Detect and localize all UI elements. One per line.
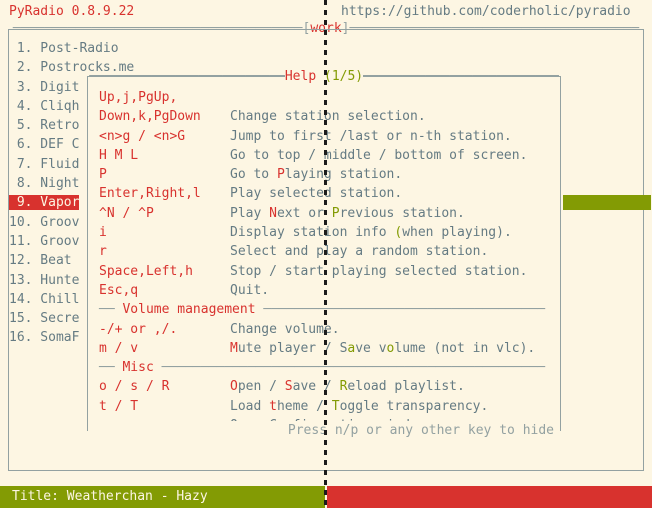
- help-key-combo: Enter,Right,l: [99, 186, 201, 202]
- station-row-label: 11. Groov: [9, 233, 80, 249]
- help-key-combo: Space,Left,h: [99, 263, 193, 279]
- station-row-label: 7. Fluid: [9, 156, 80, 172]
- help-entry-row: P Go to Playing station.: [88, 165, 560, 184]
- help-key-description: Change volume.: [230, 321, 340, 337]
- help-key-combo: Up,j,PgUp,: [99, 90, 178, 105]
- station-row-label: 5. Retro: [9, 118, 80, 134]
- help-section-dash-left: ──: [99, 360, 115, 376]
- help-shortcut-letter: M: [230, 340, 238, 356]
- station-row-label: 12. Beat: [9, 253, 72, 269]
- help-title-dash-right: ─────────────────────────: [363, 69, 559, 84]
- station-row-label: 3. Digit: [9, 79, 80, 95]
- station-row-label: 13. Hunte: [9, 272, 80, 288]
- help-section-dash-right: ────────────────────────────────────: [263, 302, 546, 318]
- help-key-description: Change station selection.: [230, 109, 426, 125]
- help-section-dash-left: ──: [99, 302, 115, 318]
- help-entry-row: Enter,Right,l Play selected station.: [88, 184, 560, 203]
- help-key-description: Play selected station.: [230, 186, 403, 202]
- help-key-description: Stop / start playing selected station.: [230, 263, 528, 279]
- help-key-description: Mute player / Save volume (not in vlc).: [230, 340, 536, 356]
- help-key-description: Jump to first /last or n-th station.: [230, 128, 512, 144]
- help-section-name: Volume management: [114, 302, 264, 318]
- station-row-label: 15. Secre: [9, 311, 80, 327]
- help-shortcut-letter: a: [347, 340, 356, 356]
- help-shortcut-letter: S: [284, 379, 293, 395]
- station-row-label: 9. Vapor: [9, 195, 80, 211]
- help-shortcut-letter: t: [269, 398, 277, 414]
- help-key-description: Display station info (when playing).: [230, 225, 512, 241]
- help-dialog: Up,j,PgUp, Down,k,PgDown Change station se…: [87, 76, 561, 440]
- help-body: Up,j,PgUp, Down,k,PgDown Change station se…: [88, 88, 560, 435]
- help-entry-row: o / s / R Open / Save / Reload playlist.: [88, 377, 560, 396]
- help-key-description: Go to Playing station.: [230, 167, 403, 183]
- help-shortcut-letter: R: [339, 379, 348, 395]
- help-entry-row: r Select and play a random station.: [88, 242, 560, 261]
- help-entry-row: Space,Left,h Stop / start playing selecte…: [88, 262, 560, 281]
- help-section-header: ── Misc ────────────────────────────────…: [88, 358, 560, 377]
- station-row-label: 10. Groov: [9, 214, 80, 230]
- help-key-combo: <n>g / <n>G: [99, 128, 186, 144]
- station-row[interactable]: 1. Post-Radio: [9, 39, 639, 58]
- help-key-combo: ^N / ^P: [99, 205, 154, 221]
- help-shortcut-letter: (: [394, 225, 403, 241]
- help-shortcut-letter: o: [386, 340, 395, 356]
- help-entry-row: t / T Load theme / Toggle transparency.: [88, 397, 560, 416]
- station-row-label: 16. SomaF: [9, 330, 80, 346]
- help-entry-row: i Display station info (when playing).: [88, 223, 560, 242]
- help-entry-row: <n>g / <n>G Jump to first /last or n-th s…: [88, 127, 560, 146]
- help-title-space: [316, 69, 324, 84]
- help-entry-row: Up,j,PgUp,: [88, 88, 560, 107]
- help-shortcut-letter: O: [230, 379, 238, 395]
- help-key-combo: i: [99, 225, 107, 241]
- help-key-description: Play Next or Previous station.: [230, 205, 465, 221]
- status-bar-right-segment: [327, 486, 652, 508]
- help-title-dash-left: ─────────────────────────: [89, 69, 285, 84]
- help-shortcut-letter: T: [331, 398, 340, 414]
- help-entry-row: ^N / ^P Play Next or Previous station.: [88, 204, 560, 223]
- help-entry-row: -/+ or ,/. Change volume.: [88, 320, 560, 339]
- help-key-combo: m / v: [99, 340, 139, 356]
- help-entry-row: H M L Go to top / middle / bottom of scre…: [88, 146, 560, 165]
- help-key-description: Quit.: [230, 282, 270, 298]
- top-header: PyRadio 0.8.9.22 https://github.com/code…: [0, 0, 652, 20]
- help-entry-row: m / v Mute player / Save volume (not in v…: [88, 339, 560, 358]
- help-key-description: Go to top / middle / bottom of screen.: [230, 147, 528, 163]
- help-key-combo: Down,k,PgDown: [99, 109, 201, 125]
- help-shortcut-letter: N: [269, 205, 277, 221]
- station-row-label: 4. Cliqh: [9, 98, 80, 114]
- help-shortcut-letter: P: [276, 167, 285, 183]
- help-key-description: Select and play a random station.: [230, 244, 489, 260]
- help-key-combo: o / s / R: [99, 379, 170, 395]
- help-title-text: Help: [284, 69, 317, 84]
- help-key-combo: Esc,q: [99, 282, 139, 298]
- help-key-combo: t / T: [99, 398, 139, 414]
- help-key-description: Load theme / Toggle transparency.: [230, 398, 489, 414]
- help-section-name: Misc: [114, 360, 162, 376]
- now-playing-title: Title: Weatherchan - Hazy: [0, 486, 325, 508]
- station-row-label: 14. Chill: [9, 291, 80, 307]
- help-shortcut-letter: P: [331, 205, 340, 221]
- help-section-dash-right: ────────────────────────────────────────…: [161, 360, 546, 376]
- help-key-combo: P: [99, 167, 107, 183]
- help-title-bar: ─────────────────────────Help (1/5)─────…: [87, 69, 561, 85]
- help-key-combo: -/+ or ,/.: [99, 321, 178, 337]
- status-bar: Title: Weatherchan - Hazy: [0, 486, 652, 508]
- help-page-indicator: (1/5): [324, 69, 364, 84]
- help-entry-row: Down,k,PgDown Change station selection.: [88, 107, 560, 126]
- station-row-label: 1. Post-Radio: [9, 41, 119, 56]
- help-entry-row: Esc,q Quit.: [88, 281, 560, 300]
- help-key-combo: H M L: [99, 147, 139, 163]
- help-key-combo: r: [99, 244, 107, 260]
- station-row-label: 8. Night: [9, 176, 80, 192]
- help-section-header: ── Volume management ───────────────────…: [88, 300, 560, 319]
- help-footer-hint: Press n/p or any other key to hide: [88, 421, 560, 440]
- help-key-description: Open / Save / Reload playlist.: [230, 379, 465, 395]
- station-volume-indicator: [563, 195, 651, 211]
- station-row-label: 6. DEF C: [9, 137, 80, 153]
